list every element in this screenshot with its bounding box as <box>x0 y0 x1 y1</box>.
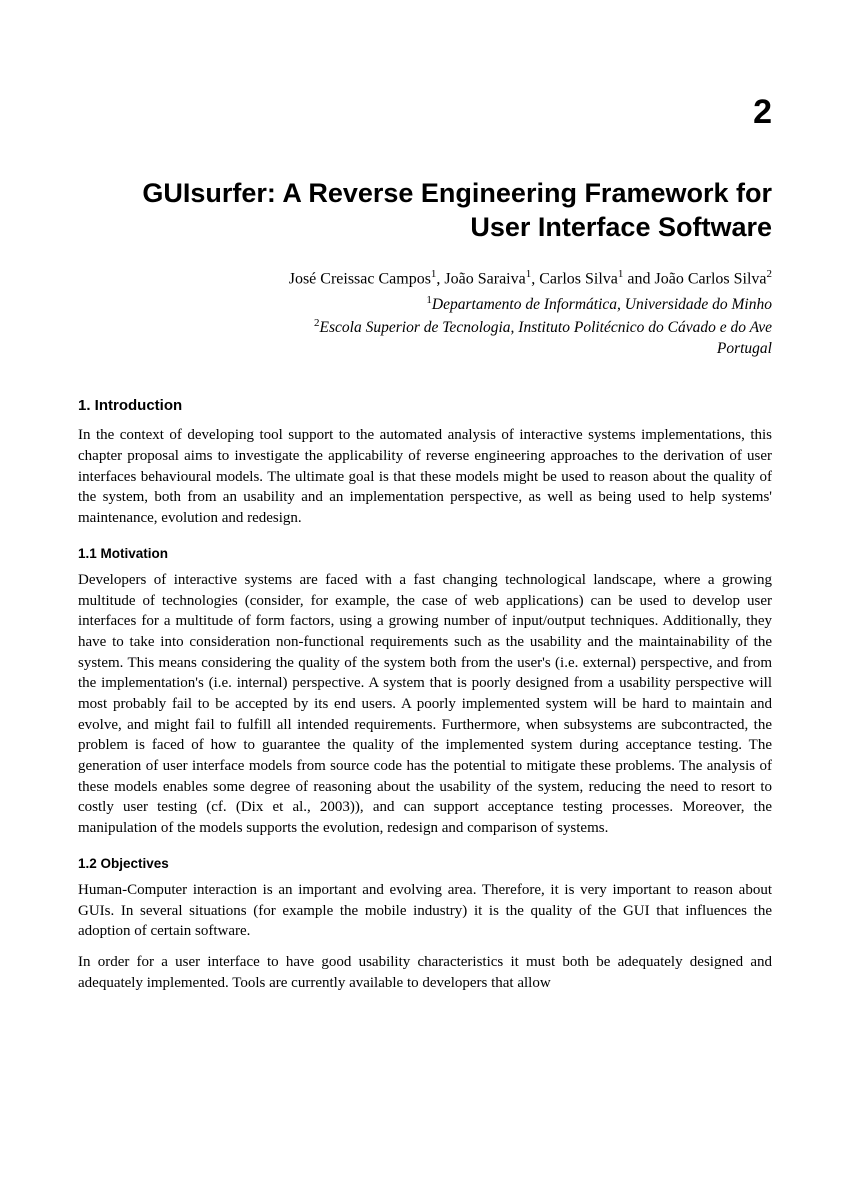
paragraph-objectives-1: Human-Computer interaction is an importa… <box>78 880 772 942</box>
affiliation-2: 2Escola Superior de Tecnologia, Institut… <box>78 316 772 339</box>
paragraph-objectives-2: In order for a user interface to have go… <box>78 952 772 993</box>
page-title: GUIsurfer: A Reverse Engineering Framewo… <box>78 176 772 245</box>
authors-line: José Creissac Campos1, João Saraiva1, Ca… <box>78 267 772 290</box>
country: Portugal <box>78 339 772 360</box>
subsection-heading-objectives: 1.2 Objectives <box>78 855 772 873</box>
affiliation-1: 1Departamento de Informática, Universida… <box>78 293 772 316</box>
section-heading-introduction: 1. Introduction <box>78 396 772 416</box>
chapter-number: 2 <box>78 90 772 136</box>
subsection-heading-motivation: 1.1 Motivation <box>78 545 772 563</box>
paragraph-motivation-1: Developers of interactive systems are fa… <box>78 570 772 839</box>
paragraph-intro-1: In the context of developing tool suppor… <box>78 425 772 528</box>
